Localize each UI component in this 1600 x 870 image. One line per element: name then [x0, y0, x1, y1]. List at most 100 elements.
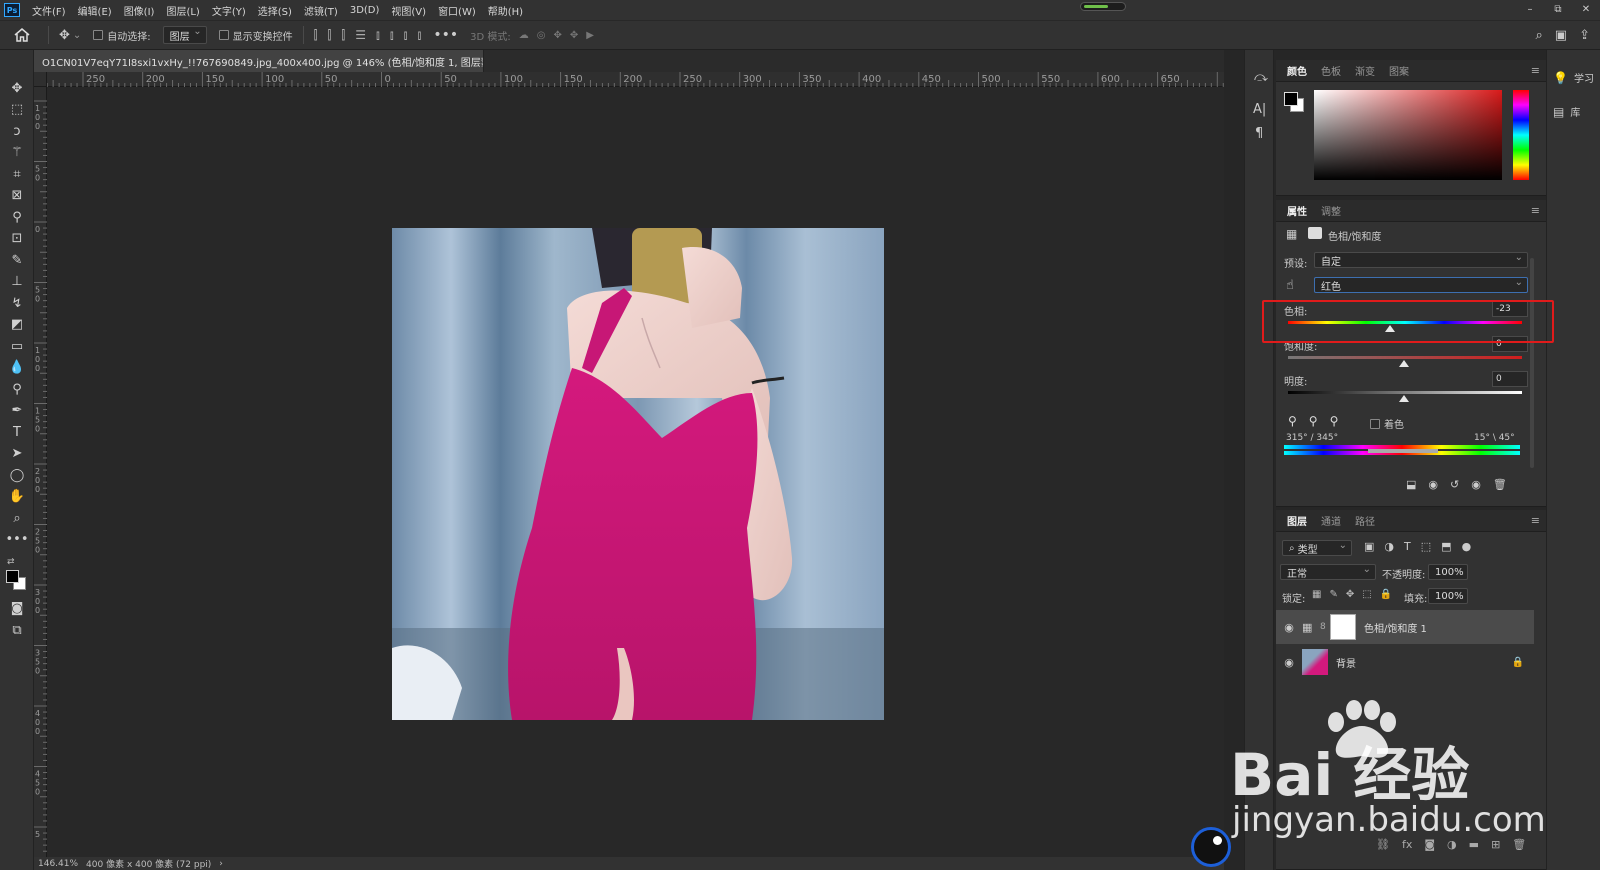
- foreground-swatch[interactable]: [1284, 92, 1298, 106]
- eyedropper-minus-icon[interactable]: ⚲: [1330, 414, 1339, 428]
- type-tool-icon[interactable]: T: [6, 422, 28, 442]
- panel-menu-icon[interactable]: ≡: [1531, 514, 1540, 527]
- hand-tool-icon[interactable]: ✋: [6, 486, 28, 506]
- floating-assistant-button[interactable]: [1191, 827, 1231, 867]
- view-previous-icon[interactable]: ◉: [1428, 478, 1438, 491]
- align-center-icon[interactable]: ⫿: [328, 28, 332, 43]
- adjustment-filter-icon[interactable]: ◑: [1384, 540, 1394, 553]
- mask-icon[interactable]: [1308, 227, 1322, 239]
- workspace-icon[interactable]: ▣: [1555, 28, 1567, 43]
- distribute-vertical-icon[interactable]: ⫾: [418, 28, 422, 43]
- library-button[interactable]: ▤ 库: [1553, 104, 1580, 120]
- minimize-button[interactable]: –: [1516, 0, 1544, 20]
- align-left-icon[interactable]: ⫿: [314, 28, 318, 43]
- layer-row[interactable]: ◉ ▦ 8 色相/饱和度 1: [1276, 610, 1534, 644]
- more-tools-icon[interactable]: •••: [6, 529, 29, 549]
- lock-transparency-icon[interactable]: ▦: [1312, 589, 1321, 600]
- layer-filter-dropdown[interactable]: ⌕ 类型: [1282, 540, 1352, 556]
- colorize-checkbox[interactable]: 着色: [1370, 416, 1404, 431]
- pixel-filter-icon[interactable]: ▣: [1364, 540, 1374, 553]
- foreground-color-swatch[interactable]: [6, 570, 19, 583]
- lock-pixels-icon[interactable]: ✎: [1329, 589, 1337, 600]
- preset-dropdown[interactable]: 自定: [1314, 252, 1528, 268]
- pen-tool-icon[interactable]: ✒: [6, 400, 28, 420]
- zoom-level[interactable]: 146.41%: [38, 859, 78, 869]
- document-image[interactable]: [392, 228, 884, 720]
- eraser-tool-icon[interactable]: ◩: [6, 314, 28, 334]
- path-selection-tool-icon[interactable]: ➤: [6, 443, 28, 463]
- screen-mode-icon[interactable]: ⧉: [6, 620, 28, 640]
- eyedropper-plus-icon[interactable]: ⚲: [1309, 414, 1318, 428]
- crop-tool-icon[interactable]: ⌗: [6, 164, 28, 184]
- smart-object-filter-icon[interactable]: ⬒: [1441, 540, 1451, 553]
- history-icon[interactable]: ⤼: [1254, 70, 1268, 85]
- properties-scrollbar[interactable]: [1530, 258, 1534, 468]
- visibility-icon[interactable]: ◉: [1471, 478, 1481, 491]
- channel-dropdown[interactable]: 红色: [1314, 277, 1528, 293]
- filter-toggle-icon[interactable]: ●: [1462, 540, 1472, 553]
- menu-type[interactable]: 文字(Y): [206, 3, 252, 18]
- show-transform-checkbox[interactable]: 显示变换控件: [213, 20, 299, 50]
- panel-menu-icon[interactable]: ≡: [1531, 64, 1540, 77]
- range-selector[interactable]: [1368, 449, 1438, 453]
- history-brush-tool-icon[interactable]: ↯: [6, 293, 28, 313]
- tab-adjustments[interactable]: 调整: [1314, 203, 1348, 218]
- zoom-tool-icon[interactable]: ⌕: [6, 508, 28, 528]
- reset-icon[interactable]: ↺: [1450, 478, 1459, 491]
- visibility-eye-icon[interactable]: ◉: [1276, 656, 1302, 669]
- swap-colors-icon[interactable]: ⇄: [7, 557, 15, 567]
- link-icon[interactable]: 8: [1320, 622, 1330, 632]
- tab-gradients[interactable]: 渐变: [1348, 63, 1382, 78]
- type-filter-icon[interactable]: T: [1404, 540, 1411, 553]
- magic-wand-tool-icon[interactable]: ⚚: [6, 142, 28, 162]
- opacity-field[interactable]: 100%: [1428, 564, 1468, 580]
- menu-help[interactable]: 帮助(H): [482, 3, 529, 18]
- menu-window[interactable]: 窗口(W): [432, 3, 482, 18]
- document-tab[interactable]: O1CN01V7eqY71I8sxi1vxHy_!!767690849.jpg_…: [34, 50, 484, 72]
- learn-button[interactable]: 💡 学习: [1553, 70, 1594, 86]
- menu-file[interactable]: 文件(F): [26, 3, 72, 18]
- hue-spectrum[interactable]: [1513, 90, 1529, 180]
- gradient-tool-icon[interactable]: ▭: [6, 336, 28, 356]
- clip-to-layer-icon[interactable]: ⬓: [1406, 478, 1416, 491]
- blend-mode-dropdown[interactable]: 正常: [1280, 564, 1376, 580]
- move-tool-icon[interactable]: ✥: [6, 78, 28, 98]
- lock-all-icon[interactable]: 🔒: [1380, 589, 1392, 600]
- auto-select-target-dropdown[interactable]: 图层: [157, 20, 213, 50]
- character-icon[interactable]: A|: [1253, 102, 1266, 117]
- layer-thumbnail[interactable]: [1302, 649, 1328, 675]
- visibility-eye-icon[interactable]: ◉: [1276, 621, 1302, 634]
- align-middle-icon[interactable]: ⫾: [390, 28, 394, 43]
- move-tool-preset[interactable]: ✥ ⌄: [53, 20, 87, 50]
- search-icon[interactable]: ⌕: [1536, 28, 1543, 43]
- layer-mask-thumbnail[interactable]: [1330, 614, 1356, 640]
- stamp-tool-icon[interactable]: ⊥: [6, 271, 28, 291]
- layer-name[interactable]: 色相/饱和度 1: [1364, 620, 1427, 635]
- align-bottom-icon[interactable]: ⫾: [404, 28, 408, 43]
- layer-row[interactable]: ◉ 背景 🔒: [1276, 645, 1534, 679]
- eyedropper-tool-icon[interactable]: ⚲: [6, 207, 28, 227]
- tab-patterns[interactable]: 图案: [1382, 63, 1416, 78]
- align-top-icon[interactable]: ⫾: [376, 28, 380, 43]
- quick-mask-icon[interactable]: ◙: [6, 598, 28, 618]
- paragraph-icon[interactable]: ¶: [1255, 126, 1263, 141]
- blur-tool-icon[interactable]: 💧: [6, 357, 28, 377]
- menu-select[interactable]: 选择(S): [252, 3, 298, 18]
- menu-edit[interactable]: 编辑(E): [72, 3, 118, 18]
- lock-artboard-icon[interactable]: ⬚: [1362, 589, 1371, 600]
- menu-3d[interactable]: 3D(D): [344, 5, 386, 16]
- lightness-slider-track[interactable]: [1288, 391, 1522, 394]
- close-window-button[interactable]: ✕: [1572, 0, 1600, 20]
- status-arrow[interactable]: ›: [219, 859, 223, 869]
- tab-properties[interactable]: 属性: [1280, 203, 1314, 218]
- 3d-tools-icons[interactable]: ☁◎✥✥▶: [519, 30, 602, 41]
- tab-paths[interactable]: 路径: [1348, 513, 1382, 528]
- ellipse-tool-icon[interactable]: ◯: [6, 465, 28, 485]
- tab-color[interactable]: 颜色: [1280, 63, 1314, 78]
- tab-swatches[interactable]: 色板: [1314, 63, 1348, 78]
- lightness-input[interactable]: 0: [1492, 371, 1528, 387]
- frame-tool-icon[interactable]: ⊠: [6, 185, 28, 205]
- menu-filter[interactable]: 滤镜(T): [298, 3, 344, 18]
- home-button[interactable]: [0, 20, 44, 50]
- color-field[interactable]: [1314, 90, 1502, 180]
